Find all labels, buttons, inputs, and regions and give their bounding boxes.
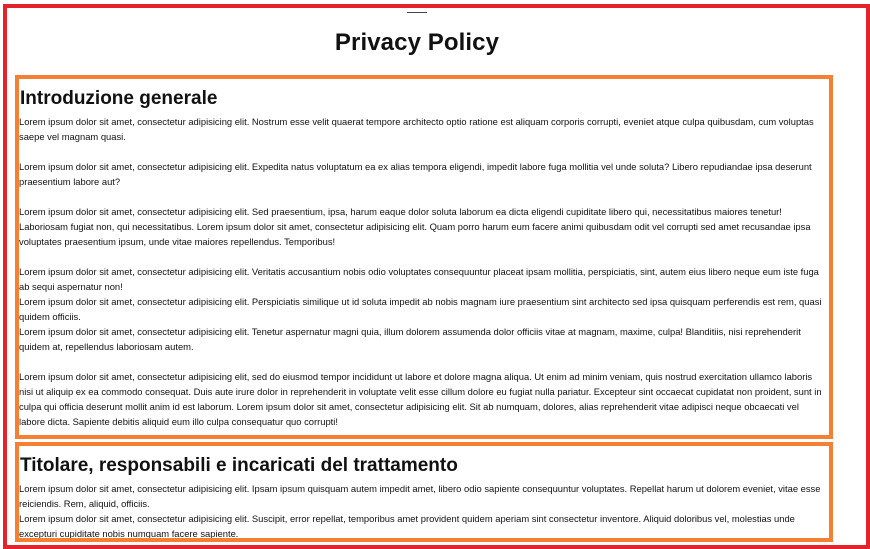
top-divider-mark [407,12,427,13]
section-titolare-responsabili: Titolare, responsabili e incaricati del … [15,442,833,542]
paragraph: Lorem ipsum dolor sit amet, consectetur … [19,483,821,509]
paragraph: Lorem ipsum dolor sit amet, consectetur … [19,513,795,539]
paragraph: Lorem ipsum dolor sit amet, consectetur … [19,371,822,427]
paragraph: Lorem ipsum dolor sit amet, consectetur … [19,206,811,247]
paragraph: Lorem ipsum dolor sit amet, consectetur … [19,116,814,142]
paragraph: Lorem ipsum dolor sit amet, consectetur … [19,326,801,352]
paragraph: Lorem ipsum dolor sit amet, consectetur … [19,161,812,187]
paragraph: Lorem ipsum dolor sit amet, consectetur … [19,296,822,322]
section-introduzione-generale: Introduzione generale Lorem ipsum dolor … [15,75,833,439]
page-frame: Privacy Policy Introduzione generale Lor… [3,4,870,549]
section-heading: Introduzione generale [20,88,218,109]
section-heading: Titolare, responsabili e incaricati del … [20,455,458,476]
page-title: Privacy Policy [334,29,500,56]
paragraph: Lorem ipsum dolor sit amet, consectetur … [19,266,819,292]
